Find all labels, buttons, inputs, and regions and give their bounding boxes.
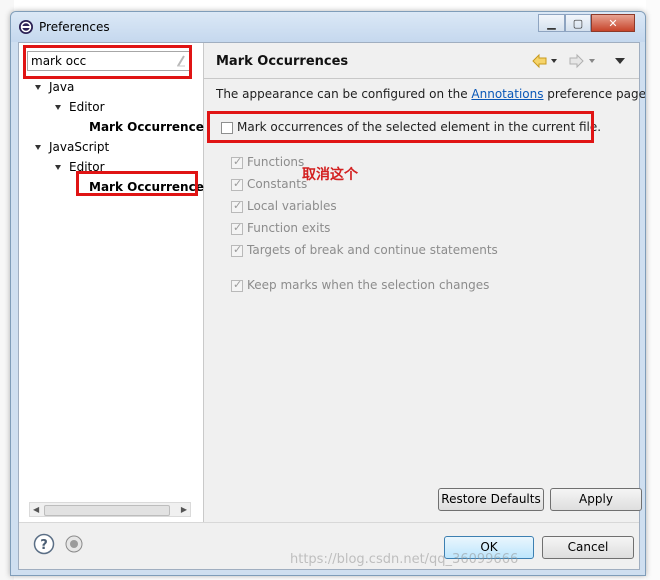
view-menu-chevron-icon (615, 58, 625, 64)
cancel-button[interactable]: Cancel (542, 536, 634, 559)
local-variables-label: Local variables (247, 199, 337, 213)
description-text: preference page. (543, 87, 646, 101)
expand-triangle-icon[interactable] (55, 165, 61, 170)
forward-arrow-icon (569, 53, 584, 69)
minimize-button[interactable]: ▁ (538, 14, 565, 32)
close-button[interactable]: ✕ (591, 14, 635, 32)
filter-value: mark occ (31, 54, 87, 68)
targets-label: Targets of break and continue statements (247, 243, 498, 257)
page-navigation-toolbar[interactable] (531, 53, 631, 69)
watermark: https://blog.csdn.net/qq_36099666 (290, 552, 519, 567)
filter-input[interactable]: mark occ (27, 51, 191, 71)
close-icon: ✕ (608, 17, 618, 30)
tree-item-label: Java (49, 80, 75, 94)
tree-item-label: Mark Occurrence (89, 120, 204, 134)
minimize-icon: ▁ (547, 17, 556, 30)
back-menu-chevron-icon (551, 59, 557, 63)
expand-triangle-icon[interactable] (55, 105, 61, 110)
page-description: The appearance can be configured on the … (216, 87, 646, 101)
keep-marks-label: Keep marks when the selection changes (247, 278, 490, 292)
restore-defaults-button[interactable]: Restore Defaults (438, 488, 544, 511)
page-title: Mark Occurrences (216, 54, 349, 69)
title-separator (204, 78, 639, 79)
svg-text:?: ? (40, 538, 48, 553)
tree-item-label: Editor (69, 100, 105, 114)
tree-item-label: Mark Occurrence (89, 180, 204, 194)
annotations-link[interactable]: Annotations (471, 87, 543, 101)
preference-tree-pane: mark occ Java Editor Mark Occurrence Jav… (19, 43, 204, 522)
maximize-icon: ▢ (572, 17, 584, 30)
function-exits-label: Function exits (247, 221, 331, 235)
local-variables-checkbox[interactable] (231, 199, 243, 213)
keep-marks-checkbox[interactable] (231, 278, 243, 292)
scroll-left-icon[interactable]: ◀ (33, 505, 39, 514)
scroll-right-icon[interactable]: ▶ (181, 505, 187, 514)
preferences-dialog: Preferences ▁ ▢ ✕ mark occ Java Editor M… (10, 11, 646, 576)
maximize-button[interactable]: ▢ (565, 14, 591, 32)
preference-page: Mark Occurrences The appearance can be c… (204, 43, 645, 522)
tree-item-java-mark-occurrence[interactable]: Mark Occurrence (89, 118, 204, 136)
background-editor-strip-right (646, 0, 660, 580)
window-title: Preferences (39, 20, 110, 34)
mark-occurrences-checkbox[interactable] (221, 122, 233, 134)
constants-checkbox[interactable] (231, 177, 243, 191)
title-bar[interactable]: Preferences ▁ ▢ ✕ (11, 12, 645, 42)
tree-item-js-mark-occurrence[interactable]: Mark Occurrence (89, 178, 204, 196)
mark-occurrences-label[interactable]: Mark occurrences of the selected element… (237, 120, 601, 134)
constants-label: Constants (247, 177, 308, 191)
tree-item-label: Editor (69, 160, 105, 174)
expand-triangle-icon[interactable] (35, 145, 41, 150)
help-icon[interactable]: ? (33, 533, 55, 555)
scrollbar-thumb[interactable] (44, 505, 170, 516)
eclipse-icon (19, 20, 33, 34)
footer-separator (19, 522, 639, 523)
forward-menu-chevron-icon (589, 59, 595, 63)
back-arrow-icon (532, 53, 547, 69)
function-exits-checkbox[interactable] (231, 221, 243, 235)
targets-checkbox[interactable] (231, 243, 243, 257)
apply-button[interactable]: Apply (550, 488, 642, 511)
clear-filter-icon[interactable] (176, 55, 186, 67)
functions-checkbox[interactable] (231, 155, 243, 169)
annotation-text: 取消这个 (302, 167, 358, 183)
expand-triangle-icon[interactable] (35, 85, 41, 90)
tree-horizontal-scrollbar[interactable]: ◀ ▶ (29, 502, 191, 517)
import-export-icon[interactable] (65, 535, 83, 553)
functions-label: Functions (247, 155, 305, 169)
dialog-client: mark occ Java Editor Mark Occurrence Jav… (18, 42, 645, 570)
tree-item-label: JavaScript (49, 140, 110, 154)
description-text: The appearance can be configured on the (216, 87, 472, 101)
